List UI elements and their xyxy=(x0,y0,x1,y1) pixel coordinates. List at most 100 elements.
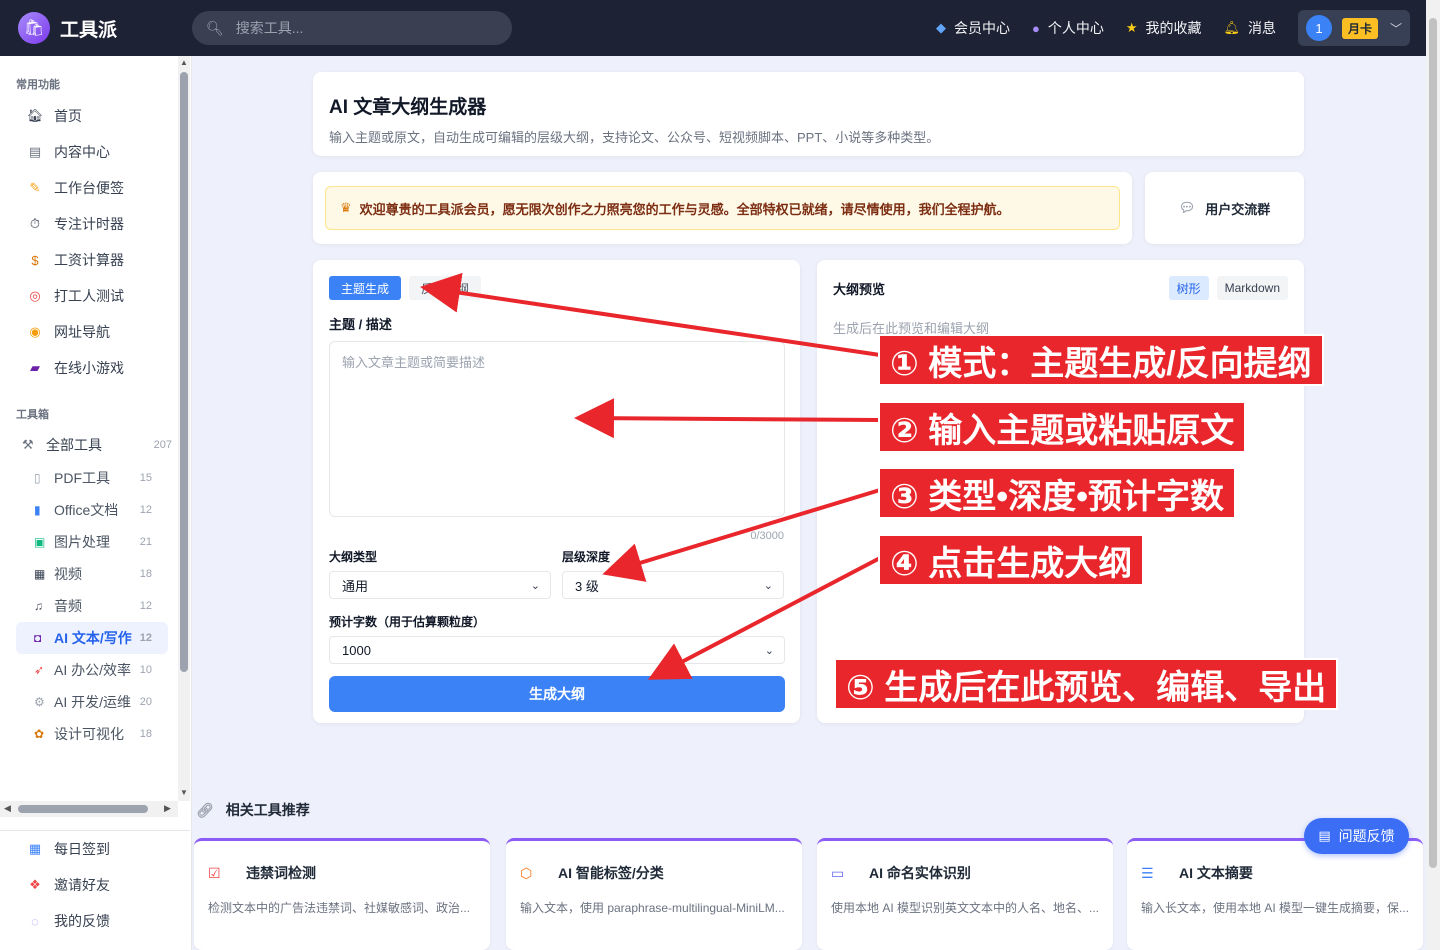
bell-icon: 🔔︎ xyxy=(1223,20,1240,35)
page-scrollbar-thumb[interactable] xyxy=(1429,18,1437,868)
memo-icon: ✎ xyxy=(29,180,41,195)
topic-textarea[interactable] xyxy=(329,341,785,517)
sidebar-item-games[interactable]: ▰ 在线小游戏 xyxy=(0,350,178,386)
type-select-value: 通用 xyxy=(342,578,369,594)
top-nav: ◆ 会员中心 ● 个人中心 ★ 我的收藏 🔔︎ 消息 1 月卡 ﹀ xyxy=(936,10,1426,46)
sidebar-item-nav[interactable]: ◉ 网址导航 xyxy=(0,314,178,350)
nav-profile[interactable]: ● 个人中心 xyxy=(1032,18,1104,38)
sidebar-item-label: 邀请好友 xyxy=(54,877,110,893)
nav-messages[interactable]: 🔔︎ 消息 xyxy=(1223,18,1276,38)
sidebar-item-test[interactable]: ◎ 打工人测试 xyxy=(0,278,178,314)
calendar-icon: ▦ xyxy=(28,841,42,856)
view-tree-button[interactable]: 树形 xyxy=(1168,276,1209,300)
app-name: 工具派 xyxy=(60,19,118,41)
box-icon: ⬡ xyxy=(520,864,533,881)
type-select[interactable]: 通用 ⌄ xyxy=(329,571,551,599)
tool-card-banned-words[interactable]: ☑ 违禁词检测 检测文本中的广告法违禁词、社媒敏感词、政治... xyxy=(194,838,490,950)
sidebar-subitem-video[interactable]: ▦ 视频 18 xyxy=(0,558,178,590)
user-menu[interactable]: 1 月卡 ﹀ xyxy=(1298,10,1410,46)
sidebar-item-checkin[interactable]: ▦ 每日签到 xyxy=(0,831,190,867)
tab-topic[interactable]: 主题生成 xyxy=(329,276,402,300)
sidebar-hscrollbar-thumb[interactable] xyxy=(18,805,148,813)
feedback-button[interactable]: ▤ 问题反馈 xyxy=(1304,818,1409,854)
membership-badge: 月卡 xyxy=(1342,17,1379,39)
speech-bubble-icon: ◌ xyxy=(31,913,39,929)
sidebar-item-label: 首页 xyxy=(54,108,82,124)
sidebar-scrollbar[interactable]: ▲ ▼ xyxy=(178,56,190,801)
sidebar-item-salary[interactable]: $ 工资计算器 xyxy=(0,242,178,278)
gamepad-icon: ▰ xyxy=(30,360,40,375)
tool-count: 12 xyxy=(139,504,152,516)
logo[interactable]: 🛍 工具派 xyxy=(18,12,192,44)
sidebar-item-feedback[interactable]: ◌ 我的反馈 xyxy=(0,903,190,939)
sidebar-item-label: 打工人测试 xyxy=(54,288,124,304)
sidebar-item-invite[interactable]: ❖ 邀请好友 xyxy=(0,867,190,903)
sidebar-item-content[interactable]: ▤ 内容中心 xyxy=(0,134,178,170)
sidebar-bottom: ▦ 每日签到 ❖ 邀请好友 ◌ 我的反馈 xyxy=(0,830,190,939)
sidebar-item-all-tools[interactable]: ⚒ 全部工具 207 xyxy=(0,428,178,462)
text-lines-icon: ☰ xyxy=(1141,864,1154,881)
tool-card-title: AI 文本摘要 xyxy=(1179,865,1253,881)
sidebar-subitem-design[interactable]: ✿ 设计可视化 18 xyxy=(0,718,178,750)
mode-tabs: 主题生成 反向提纲 xyxy=(329,276,784,300)
nav-vip[interactable]: ◆ 会员中心 xyxy=(936,18,1010,38)
words-select[interactable]: 1000 ⌄ xyxy=(329,636,785,664)
sidebar-subitem-audio[interactable]: ♫ 音频 12 xyxy=(0,590,178,622)
sidebar-item-label: 工作台便签 xyxy=(54,180,124,196)
music-note-icon: ♫ xyxy=(34,599,43,613)
tool-count: 15 xyxy=(139,472,152,484)
scroll-right-icon[interactable]: ▶ xyxy=(164,803,171,814)
sidebar-subitem-image[interactable]: ▣ 图片处理 21 xyxy=(0,526,178,558)
tool-card-summary[interactable]: ☰ AI 文本摘要 输入长文本，使用本地 AI 模型一键生成摘要，保... xyxy=(1127,838,1423,950)
tool-count: 18 xyxy=(139,728,152,740)
link-icon: 🔗︎ xyxy=(196,801,214,818)
tool-card-title: 违禁词检测 xyxy=(246,865,316,881)
tool-card-title: AI 智能标签/分类 xyxy=(558,865,664,881)
sidebar-subitem-office[interactable]: ▮ Office文档 12 xyxy=(0,494,178,526)
sidebar-subitem-ai-text[interactable]: ◘ AI 文本/写作 12 xyxy=(16,622,168,654)
document-icon: ▤ xyxy=(28,144,42,159)
tool-card-desc: 检测文本中的广告法违禁词、社媒敏感词、政治... xyxy=(208,901,471,915)
tool-card-ner[interactable]: ▭ AI 命名实体识别 使用本地 AI 模型识别英文文本中的人名、地名、... xyxy=(817,838,1113,950)
tool-card-desc: 输入长文本，使用本地 AI 模型一键生成摘要，保... xyxy=(1141,901,1409,915)
sidebar-item-label: 视频 xyxy=(54,566,82,582)
sidebar-subitem-ai-office[interactable]: ➶ AI 办公/效率 10 xyxy=(0,654,178,686)
sidebar-item-label: 图片处理 xyxy=(54,534,110,550)
scroll-left-icon[interactable]: ◀ xyxy=(4,803,11,814)
related-title: 🔗︎ 相关工具推荐 xyxy=(196,800,310,820)
tool-count: 20 xyxy=(139,696,152,708)
generate-button[interactable]: 生成大纲 xyxy=(329,676,785,712)
tool-card-tagging[interactable]: ⬡ AI 智能标签/分类 输入文本，使用 paraphrase-multiling… xyxy=(506,838,802,950)
tool-count: 21 xyxy=(139,536,152,548)
annotation-5: ⑤ 生成后在此预览、编辑、导出 xyxy=(834,658,1339,710)
scroll-down-icon[interactable]: ▼ xyxy=(180,788,188,797)
user-group-button[interactable]: 💬︎ 用户交流群 xyxy=(1145,172,1304,244)
view-markdown-button[interactable]: Markdown xyxy=(1216,276,1288,300)
sidebar-item-label: 每日签到 xyxy=(54,841,110,857)
tool-count: 12 xyxy=(139,600,152,612)
sidebar-item-label: PDF工具 xyxy=(54,470,110,486)
sidebar-item-home[interactable]: 🏠︎ 首页 xyxy=(0,98,178,134)
nav-messages-label: 消息 xyxy=(1248,20,1276,36)
scroll-up-icon[interactable]: ▲ xyxy=(180,58,188,67)
page-scrollbar[interactable] xyxy=(1426,0,1440,950)
tool-count: 18 xyxy=(139,568,152,580)
sidebar-item-memo[interactable]: ✎ 工作台便签 xyxy=(0,170,178,206)
search-box[interactable]: 🔍︎ xyxy=(192,11,512,45)
tool-count: 207 xyxy=(153,439,172,451)
sidebar-subitem-pdf[interactable]: ▯ PDF工具 15 xyxy=(0,462,178,494)
tool-card-desc: 输入文本，使用 paraphrase-multilingual-MiniLM..… xyxy=(520,901,785,915)
tab-reverse[interactable]: 反向提纲 xyxy=(409,276,482,300)
sidebar-item-label: 工资计算器 xyxy=(54,252,124,268)
nav-favorites[interactable]: ★ 我的收藏 xyxy=(1126,18,1202,38)
search-input[interactable] xyxy=(235,20,486,36)
compass-icon: ◉ xyxy=(29,324,41,339)
input-panel: 主题生成 反向提纲 主题 / 描述 0/3000 大纲类型 通用 ⌄ 层级深度 3… xyxy=(313,260,800,723)
sidebar-scrollbar-thumb[interactable] xyxy=(180,72,188,672)
sidebar-item-timer[interactable]: ⏱ 专注计时器 xyxy=(0,206,178,242)
sidebar-hscrollbar[interactable]: ◀ ▶ xyxy=(0,801,178,817)
tools-icon: ⚒ xyxy=(22,437,34,452)
sidebar-item-label: AI 文本/写作 xyxy=(54,630,132,646)
sidebar-subitem-ai-dev[interactable]: ⚙ AI 开发/运维 20 xyxy=(0,686,178,718)
depth-select[interactable]: 3 级 ⌄ xyxy=(562,571,784,599)
